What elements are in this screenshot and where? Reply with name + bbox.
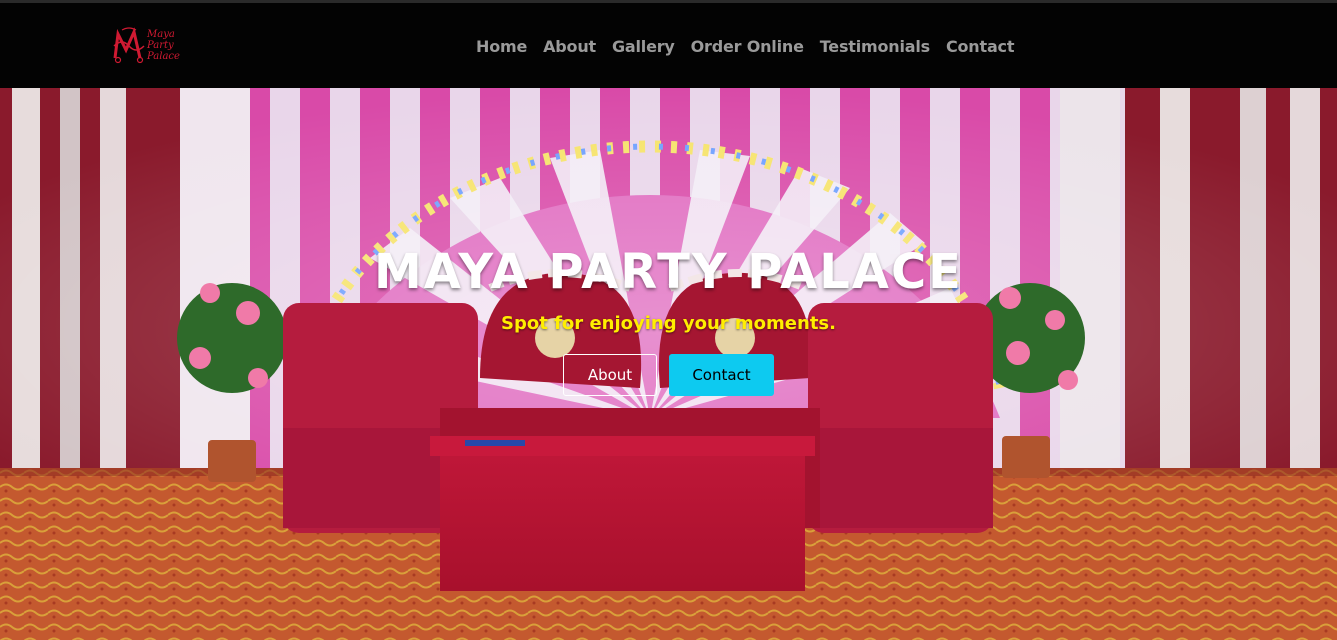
contact-button[interactable]: Contact [669,354,774,396]
hero-section: MAYA PARTY PALACE Spot for enjoying your… [0,88,1337,640]
nav-menu: Home About Gallery Order Online Testimon… [468,37,1022,56]
nav-link-gallery[interactable]: Gallery [604,37,683,56]
about-button[interactable]: About [563,354,657,396]
hero-title: MAYA PARTY PALACE [374,244,963,300]
nav-link-about[interactable]: About [535,37,604,56]
navbar: Maya Party Palace Home About Gallery Ord… [0,0,1337,88]
nav-link-contact[interactable]: Contact [938,37,1022,56]
brand-logo[interactable]: Maya Party Palace [112,23,182,67]
logo-text-line-1: Maya [147,28,175,40]
logo-text-line-3: Palace [147,50,180,62]
logo-text-line-2: Party [147,39,174,51]
nav-link-order-online[interactable]: Order Online [683,37,812,56]
nav-link-home[interactable]: Home [468,37,535,56]
nav-link-testimonials[interactable]: Testimonials [812,37,938,56]
logo-text: Maya Party Palace [147,29,180,62]
logo-monogram-icon [112,26,146,64]
hero-subtitle: Spot for enjoying your moments. [501,313,836,334]
